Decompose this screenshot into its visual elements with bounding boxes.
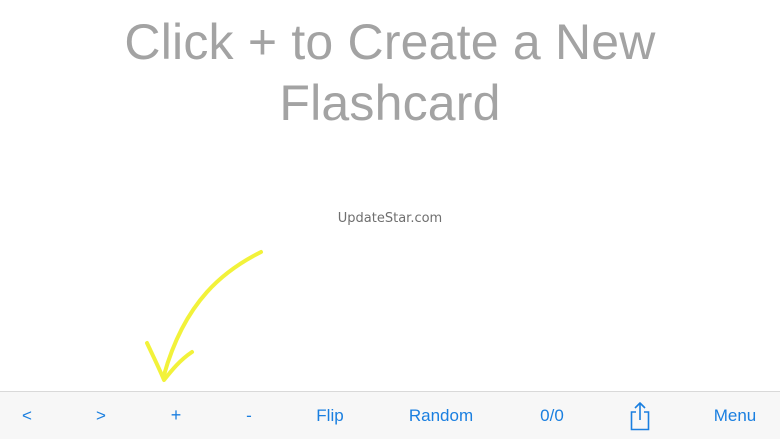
share-icon <box>630 401 650 430</box>
empty-state-line-1: Click + to Create a New <box>124 14 656 70</box>
next-card-button[interactable]: > <box>86 392 116 439</box>
card-counter: 0/0 <box>540 405 564 425</box>
flip-card-button[interactable]: Flip <box>305 392 355 439</box>
remove-card-button[interactable]: - <box>234 392 264 439</box>
watermark: UpdateStar.com <box>337 211 443 226</box>
bottom-toolbar: < > + - Flip Random 0/0 Menu <box>0 391 780 439</box>
annotation-arrow-icon <box>145 250 263 382</box>
flashcard-app: Click + to Create a New Flashcard Update… <box>0 0 780 439</box>
previous-card-button[interactable]: < <box>12 392 42 439</box>
empty-state-line-2: Flashcard <box>279 75 501 131</box>
random-card-button[interactable]: Random <box>396 392 486 439</box>
empty-state-message: Click + to Create a New Flashcard <box>0 12 780 134</box>
share-button[interactable] <box>622 392 658 439</box>
menu-button[interactable]: Menu <box>702 392 768 439</box>
add-card-button[interactable]: + <box>161 392 191 439</box>
